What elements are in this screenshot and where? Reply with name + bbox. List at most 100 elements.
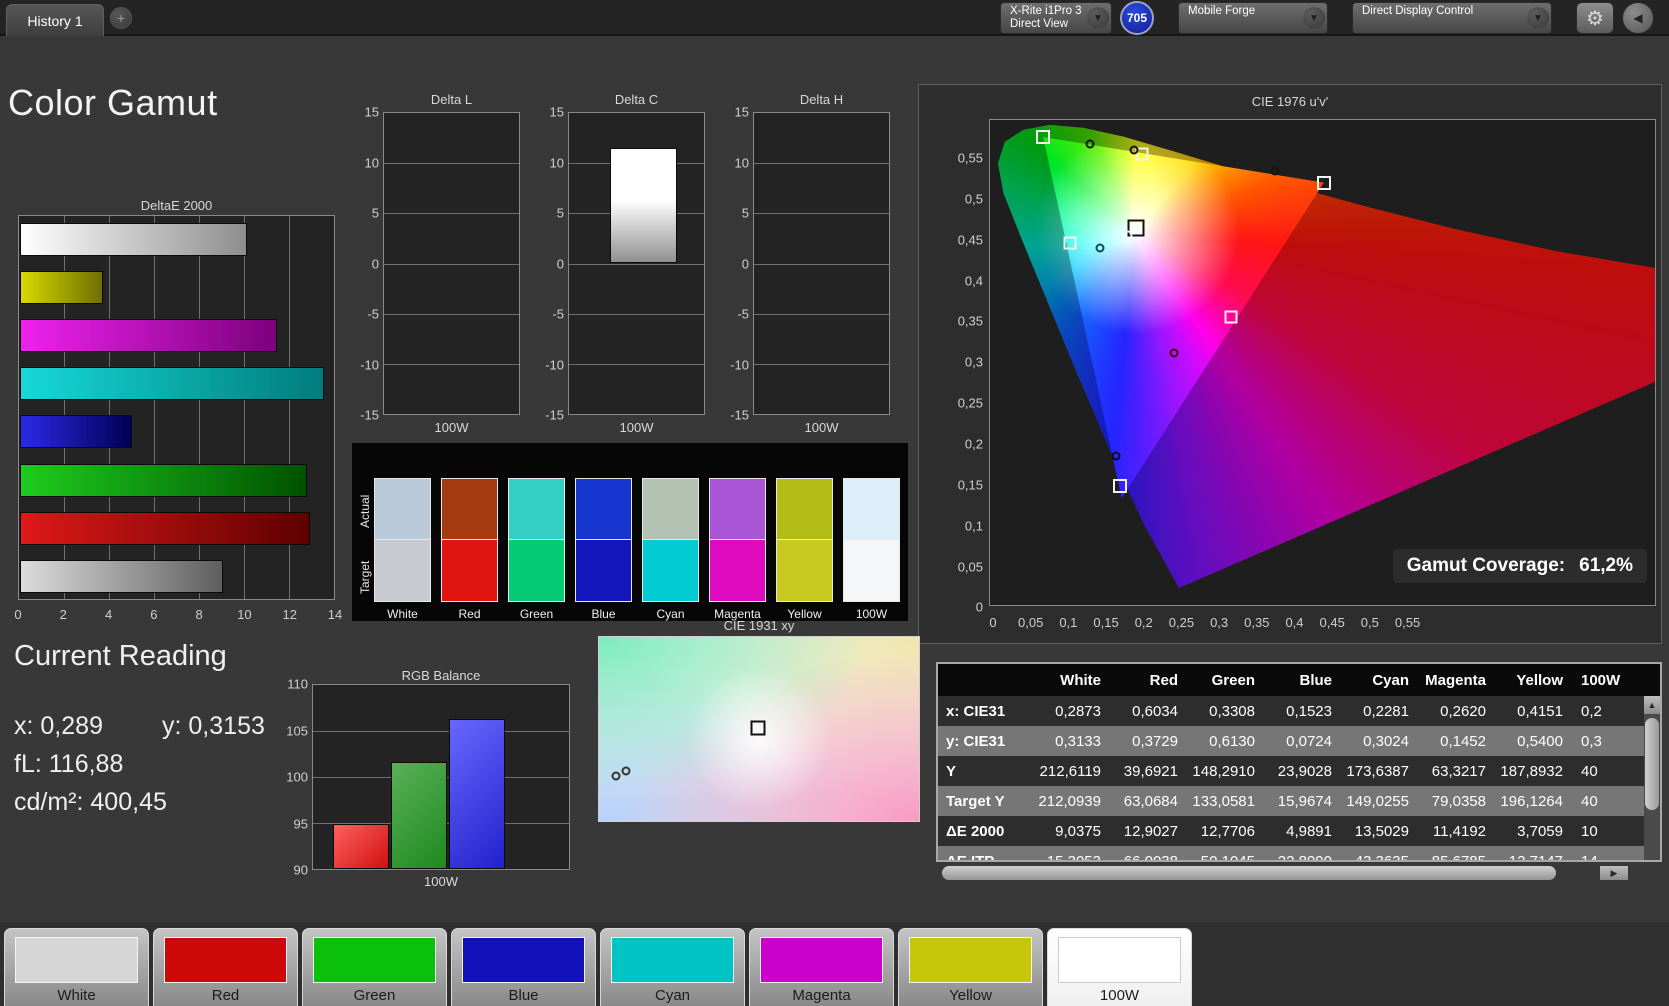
pattern-swatch-cyan <box>611 937 734 983</box>
pattern-button-white[interactable]: White <box>4 928 149 1006</box>
measured-marker-blue <box>1111 451 1120 460</box>
axis-tick-label: 90 <box>294 863 308 878</box>
collapse-panel-button[interactable]: ◀ <box>1622 2 1654 34</box>
table-cell: 0,6130 <box>1184 733 1261 750</box>
pattern-button-label: Cyan <box>601 987 744 1004</box>
pattern-button-label: 100W <box>1048 987 1191 1004</box>
pattern-button-red[interactable]: Red <box>153 928 298 1006</box>
measurement-table: WhiteRedGreenBlueCyanMagentaYellow100Wx:… <box>936 662 1662 862</box>
table-cell: 9,0375 <box>1030 823 1107 840</box>
pattern-button-yellow[interactable]: Yellow <box>898 928 1043 1006</box>
settings-button[interactable]: ⚙ <box>1576 2 1614 34</box>
target-marker-red <box>1317 176 1331 190</box>
column-header-magenta: Magenta <box>1415 672 1492 689</box>
add-tab-button[interactable]: + <box>110 7 132 29</box>
axis-tick-label: 0,25 <box>958 396 983 411</box>
row-label: ΔE ITP <box>938 853 1030 863</box>
row-label: Y <box>938 763 1030 780</box>
rgb-balance-y-axis: 1101051009590 <box>282 684 310 870</box>
measured-marker-yellow <box>1129 146 1138 155</box>
table-cell: 0,3729 <box>1107 733 1184 750</box>
cie1976-panel: CIE 1976 u'v' 0,550,50,450,40,350,30,250… <box>918 84 1662 644</box>
page-title: Color Gamut <box>8 82 218 124</box>
current-reading-block: Current Reading x: 0,289 y: 0,3153 fL: 1… <box>14 640 227 673</box>
swatch-column-red: Red <box>441 478 498 621</box>
table-cell: 212,0939 <box>1030 793 1107 810</box>
column-header-cyan: Cyan <box>1338 672 1415 689</box>
pattern-button-blue[interactable]: Blue <box>451 928 596 1006</box>
horizontal-scroll-thumb[interactable] <box>942 866 1556 880</box>
swatch-column-white: White <box>374 478 431 621</box>
calibration-app-window: History 1 + X-Rite i1Pro 3 Direct View ▼… <box>0 0 1669 1006</box>
axis-tick-label: 2 <box>60 607 67 622</box>
delta_c-plot-area <box>568 112 705 415</box>
axis-tick-label: 0 <box>557 256 564 271</box>
vertical-scroll-thumb[interactable] <box>1645 718 1659 810</box>
axis-tick-label: 95 <box>294 816 308 831</box>
pattern-bottom-bar: WhiteRedGreenBlueCyanMagentaYellow100W ▲… <box>0 922 1669 1006</box>
swatch-column-yellow: Yellow <box>776 478 833 621</box>
table-cell: 133,0581 <box>1184 793 1261 810</box>
tab-history-1[interactable]: History 1 <box>6 4 104 36</box>
actual-row-label: Actual <box>356 478 374 544</box>
cie1931-title: CIE 1931 xy <box>598 618 920 633</box>
axis-tick-label: 0,5 <box>1361 615 1379 630</box>
table-cell: 0,4151 <box>1492 703 1569 720</box>
deltae-bar-yellow <box>20 271 103 304</box>
axis-tick-label: 12 <box>282 607 296 622</box>
delta-l-chart: Delta L151050-5-10-15100W <box>383 92 520 440</box>
display-control-dropdown[interactable]: Direct Display Control ▼ <box>1352 2 1552 34</box>
target-swatch-cyan <box>642 540 699 602</box>
swatch-row-labels: Actual Target <box>356 478 374 621</box>
table-cell: 196,1264 <box>1492 793 1569 810</box>
measured-marker-red <box>1271 166 1280 175</box>
table-cell: 40 <box>1569 763 1646 780</box>
swatch-label: Red <box>441 602 498 621</box>
gamut-coverage-readout: Gamut Coverage:61,2% <box>1393 549 1647 583</box>
target-marker-blue <box>1113 479 1127 493</box>
axis-tick-label: 100 <box>286 770 308 785</box>
axis-tick-label: 0 <box>372 256 379 271</box>
scroll-up-button[interactable]: ▲ <box>1644 696 1660 714</box>
pattern-button-100w[interactable]: 100W <box>1047 928 1192 1006</box>
meter-dropdown[interactable]: X-Rite i1Pro 3 Direct View ▼ <box>1000 2 1112 34</box>
table-cell: 66,0038 <box>1107 853 1184 863</box>
axis-tick-label: -5 <box>367 307 379 322</box>
table-cell: 0,2620 <box>1415 703 1492 720</box>
axis-tick-label: 0,15 <box>1093 615 1118 630</box>
table-cell: 22,8990 <box>1261 853 1338 863</box>
table-cell: 148,2910 <box>1184 763 1261 780</box>
pattern-button-cyan[interactable]: Cyan <box>600 928 745 1006</box>
target-swatch-blue <box>575 540 632 602</box>
scroll-right-button[interactable]: ▶ <box>1600 866 1628 880</box>
source-dropdown[interactable]: Mobile Forge ▼ <box>1178 2 1328 34</box>
axis-tick-label: 0,55 <box>958 150 983 165</box>
table-cell: 23,9028 <box>1261 763 1338 780</box>
table-cell: 14 <box>1569 853 1646 863</box>
gridline <box>754 364 889 365</box>
meter-count-badge[interactable]: 705 <box>1120 1 1154 35</box>
axis-tick-label: 0,05 <box>958 559 983 574</box>
axis-tick-label: 0,4 <box>1285 615 1303 630</box>
pattern-button-green[interactable]: Green <box>302 928 447 1006</box>
axis-tick-label: 5 <box>372 206 379 221</box>
table-cell: 12,7706 <box>1184 823 1261 840</box>
chevron-left-icon: ◀ <box>1633 11 1642 25</box>
gridline <box>384 163 519 164</box>
table-horizontal-scrollbar[interactable]: ▶ <box>938 866 1638 880</box>
table-cell: 0,0724 <box>1261 733 1338 750</box>
table-cell: 0,3133 <box>1030 733 1107 750</box>
target-marker-green <box>1036 130 1050 144</box>
reading-cdm2: cd/m²: 400,45 <box>14 788 167 817</box>
deltae-bar-cyan <box>20 367 324 400</box>
table-cell: 0,1452 <box>1415 733 1492 750</box>
table-cell: 15,9674 <box>1261 793 1338 810</box>
table-cell: 173,6387 <box>1338 763 1415 780</box>
table-vertical-scrollbar[interactable]: ▲ <box>1644 696 1660 860</box>
axis-tick-label: -10 <box>730 357 749 372</box>
table-cell: 63,0684 <box>1107 793 1184 810</box>
table-row: y: CIE310,31330,37290,61300,07240,30240,… <box>938 726 1660 756</box>
pattern-button-label: Yellow <box>899 987 1042 1004</box>
pattern-button-magenta[interactable]: Magenta <box>749 928 894 1006</box>
rgb-balance-title: RGB Balance <box>312 668 570 683</box>
